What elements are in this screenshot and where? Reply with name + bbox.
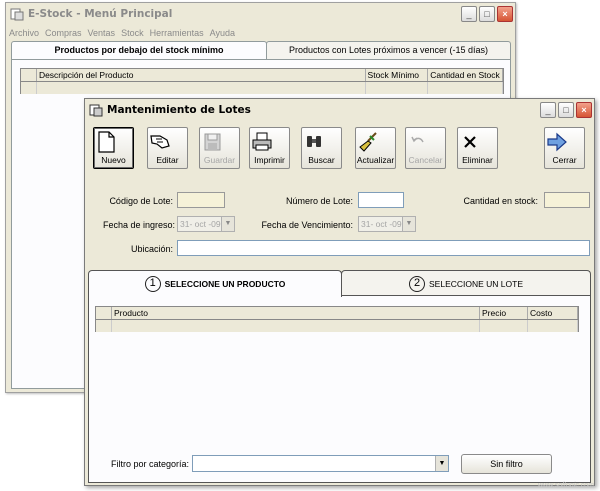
filtro-categoria-select[interactable]: ▼ [192, 455, 449, 472]
grid-header: Descripción del Producto Stock Mínimo Ca… [21, 69, 503, 82]
lotes-toolbar: Nuevo Editar Guardar Imprimir Buscar Act… [93, 127, 588, 171]
sin-filtro-button[interactable]: Sin filtro [461, 454, 552, 474]
cancelar-label: Cancelar [408, 155, 443, 165]
step-number-2: 2 [409, 275, 425, 292]
column-header-cantidad[interactable]: Cantidad en Stock [428, 69, 503, 81]
editar-button[interactable]: Editar [147, 127, 188, 169]
tab-seleccione-producto[interactable]: 1 SELECCIONE UN PRODUCTO [88, 270, 342, 297]
codigo-lote-field[interactable] [177, 192, 225, 208]
table-row[interactable] [21, 82, 503, 94]
column-header-precio[interactable]: Precio [480, 307, 528, 319]
imprimir-button[interactable]: Imprimir [249, 127, 290, 169]
buscar-label: Buscar [308, 155, 335, 165]
column-header-stock-minimo[interactable]: Stock Mínimo [366, 69, 429, 81]
column-header-costo[interactable]: Costo [528, 307, 578, 319]
maximize-icon[interactable]: □ [558, 102, 574, 118]
lote-step-tabs: 1 SELECCIONE UN PRODUCTO 2 SELECCIONE UN… [88, 270, 591, 297]
chevron-down-icon[interactable]: ▼ [221, 217, 234, 231]
app-window-icon [10, 8, 24, 21]
row-selector-header [21, 69, 37, 81]
imprimir-label: Imprimir [254, 155, 285, 165]
minimize-icon[interactable]: _ [540, 102, 556, 118]
fecha-ingreso-label: Fecha de ingreso: [102, 220, 175, 230]
menu-ventas[interactable]: Ventas [88, 28, 116, 38]
fecha-vencimiento-label: Fecha de Vencimiento: [261, 220, 353, 230]
tab-seleccione-producto-label: SELECCIONE UN PRODUCTO [164, 279, 286, 289]
lotes-window-title: Mantenimiento de Lotes [107, 104, 251, 116]
nuevo-button[interactable]: Nuevo [93, 127, 134, 169]
exit-arrow-icon [547, 132, 567, 152]
cerrar-button[interactable]: Cerrar [544, 127, 585, 169]
main-window-controls: _ □ × [461, 6, 513, 22]
numero-lote-label: Número de Lote: [285, 196, 353, 206]
close-icon[interactable]: × [497, 6, 513, 22]
filtro-categoria-label: Filtro por categoría: [111, 459, 190, 469]
menu-stock[interactable]: Stock [121, 28, 144, 38]
column-header-producto[interactable]: Producto [112, 307, 480, 319]
menu-herramientas[interactable]: Herramientas [150, 28, 204, 38]
menu-archivo[interactable]: Archivo [9, 28, 39, 38]
buscar-button[interactable]: Buscar [301, 127, 342, 169]
maximize-icon[interactable]: □ [479, 6, 495, 22]
codigo-lote-label: Código de Lote: [109, 196, 173, 206]
eliminar-label: Eliminar [462, 155, 493, 165]
app-window-icon [89, 104, 103, 117]
main-menubar: Archivo Compras Ventas Stock Herramienta… [6, 25, 515, 40]
grid-header: Producto Precio Costo [96, 307, 578, 320]
row-selector-header [96, 307, 112, 319]
floppy-disk-icon [204, 133, 221, 151]
chevron-down-icon[interactable]: ▼ [402, 217, 415, 231]
fecha-vencimiento-field[interactable]: 31- oct -09 ▼ [358, 216, 416, 232]
close-icon[interactable]: × [576, 102, 592, 118]
fecha-ingreso-field[interactable]: 31- oct -09 ▼ [177, 216, 235, 232]
actualizar-button[interactable]: Actualizar [355, 127, 396, 169]
fecha-vencimiento-value: 31- oct -09 [361, 219, 402, 229]
cantidad-stock-field[interactable] [544, 192, 590, 208]
tab-seleccione-lote[interactable]: 2 SELECCIONE UN LOTE [341, 270, 591, 296]
undo-arrow-icon [411, 136, 424, 143]
printer-icon [252, 132, 272, 151]
chevron-down-icon[interactable]: ▼ [435, 456, 448, 471]
tab-seleccione-lote-label: SELECCIONE UN LOTE [429, 278, 523, 289]
binoculars-icon [307, 136, 321, 147]
guardar-label: Guardar [203, 155, 236, 165]
watermark: www.softonic.com [537, 482, 594, 489]
lotes-window-controls: _ □ × [540, 102, 592, 118]
productos-grid[interactable]: Producto Precio Costo [95, 306, 579, 332]
seleccione-producto-panel: Producto Precio Costo Filtro por categor… [88, 295, 591, 483]
lotes-window: Mantenimiento de Lotes _ □ × Nuevo Edita… [84, 98, 595, 486]
fecha-ingreso-value: 31- oct -09 [180, 219, 221, 229]
column-header-descripcion[interactable]: Descripción del Producto [37, 69, 366, 81]
lotes-window-titlebar[interactable]: Mantenimiento de Lotes _ □ × [85, 99, 594, 121]
actualizar-label: Actualizar [356, 155, 395, 165]
main-window-titlebar[interactable]: E-Stock - Menú Principal _ □ × [6, 3, 515, 25]
nuevo-label: Nuevo [101, 155, 126, 165]
cancelar-button[interactable]: Cancelar [405, 127, 446, 169]
guardar-button[interactable]: Guardar [199, 127, 240, 169]
edit-hand-icon [150, 135, 170, 149]
cantidad-stock-label: Cantidad en stock: [463, 196, 538, 206]
cerrar-label: Cerrar [552, 155, 577, 165]
minimize-icon[interactable]: _ [461, 6, 477, 22]
ubicacion-label: Ubicación: [130, 244, 173, 254]
delete-x-icon [464, 136, 476, 148]
eliminar-button[interactable]: Eliminar [457, 127, 498, 169]
tab-stock-minimo[interactable]: Productos por debajo del stock mínimo [11, 41, 267, 60]
broom-icon [359, 132, 377, 152]
tab-lotes-vencer[interactable]: Productos con Lotes próximos a vencer (-… [266, 41, 511, 59]
editar-label: Editar [156, 155, 179, 165]
main-tabs: Productos por debajo del stock mínimo Pr… [11, 41, 511, 60]
menu-compras[interactable]: Compras [45, 28, 82, 38]
menu-ayuda[interactable]: Ayuda [210, 28, 235, 38]
new-document-icon [98, 131, 115, 153]
table-row[interactable] [96, 320, 578, 332]
main-window-title: E-Stock - Menú Principal [28, 8, 173, 20]
numero-lote-field[interactable] [358, 192, 404, 208]
step-number-1: 1 [144, 276, 161, 292]
stock-minimo-grid[interactable]: Descripción del Producto Stock Mínimo Ca… [20, 68, 504, 94]
ubicacion-field[interactable] [177, 240, 590, 256]
